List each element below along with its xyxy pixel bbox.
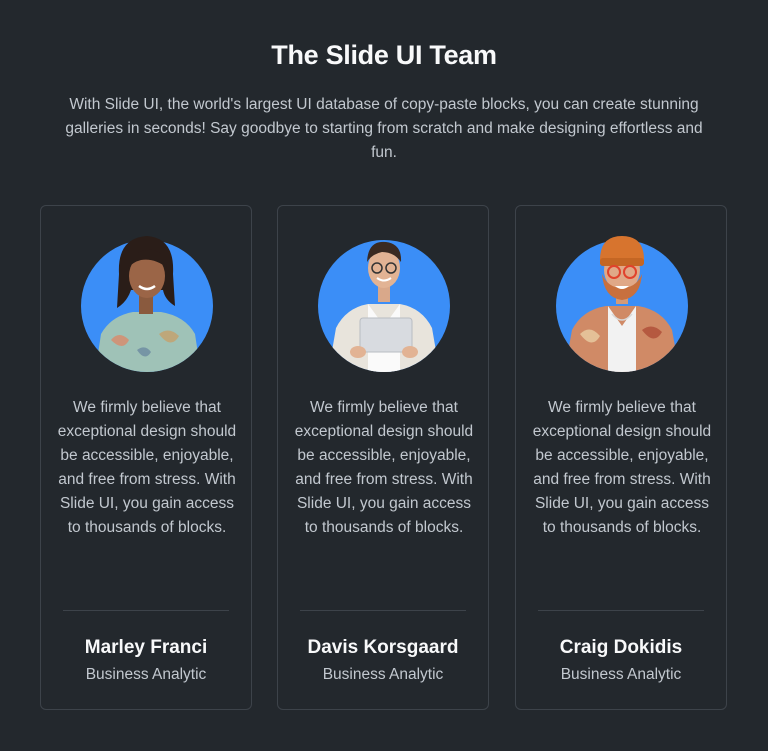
avatar bbox=[81, 230, 213, 374]
card-divider bbox=[300, 610, 466, 611]
member-name: Marley Franci bbox=[84, 637, 208, 658]
team-section: The Slide UI Team With Slide UI, the wor… bbox=[0, 0, 768, 751]
member-name: Craig Dokidis bbox=[559, 637, 683, 658]
person-avatar-icon bbox=[556, 236, 688, 372]
card-quote: We firmly believe that exceptional desig… bbox=[57, 399, 237, 536]
page-title: The Slide UI Team bbox=[271, 40, 497, 70]
member-role: Business Analytic bbox=[322, 666, 444, 683]
person-avatar-icon bbox=[318, 240, 450, 372]
card-quote: We firmly believe that exceptional desig… bbox=[294, 399, 474, 536]
page-subtitle: With Slide UI, the world's largest UI da… bbox=[65, 96, 703, 161]
member-role: Business Analytic bbox=[560, 666, 682, 683]
card-quote: We firmly believe that exceptional desig… bbox=[532, 399, 712, 536]
member-name: Davis Korsgaard bbox=[307, 637, 459, 658]
avatar bbox=[318, 230, 450, 374]
card-divider bbox=[538, 610, 704, 611]
member-role: Business Analytic bbox=[85, 666, 207, 683]
team-card-marley-franci: We firmly believe that exceptional desig… bbox=[40, 205, 252, 710]
team-card-davis-korsgaard: We firmly believe that exceptional desig… bbox=[277, 205, 489, 710]
team-card-craig-dokidis: We firmly believe that exceptional desig… bbox=[515, 205, 727, 710]
card-divider bbox=[63, 610, 229, 611]
avatar bbox=[556, 230, 688, 374]
person-avatar-icon bbox=[81, 236, 213, 372]
